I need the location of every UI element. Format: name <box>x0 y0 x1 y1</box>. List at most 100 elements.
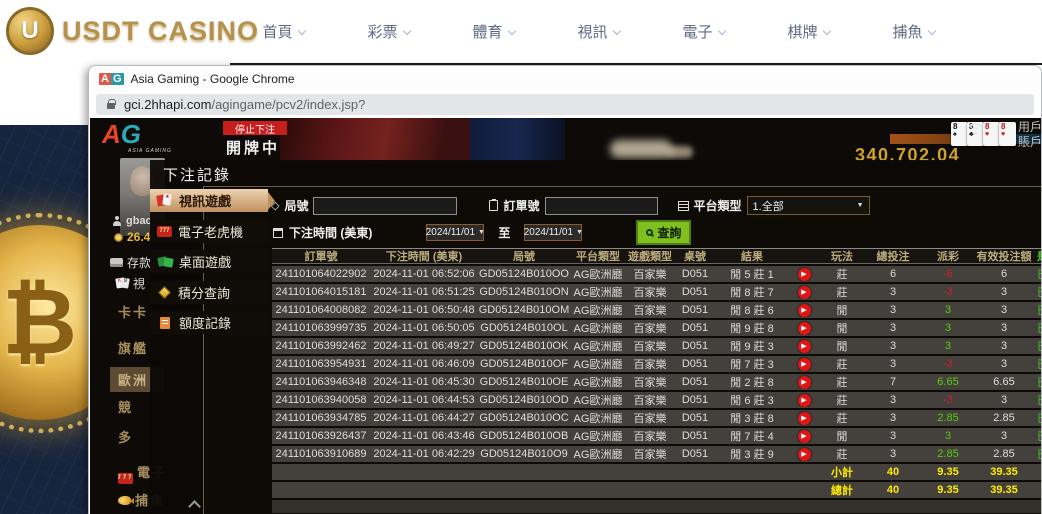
url-bar[interactable]: gci.2hhapi.com/agingame/pcv2/index.jsp? <box>96 94 1034 115</box>
lobby-menu-item[interactable]: 競 <box>118 397 133 416</box>
ag-logo-g: G <box>121 119 141 149</box>
table-row: 2411010639106892024-11-01 06:42:29GD0512… <box>272 446 1042 462</box>
cell-payout: -3 <box>922 394 974 406</box>
select-caret-icon: ▼ <box>857 202 864 209</box>
play-video-button[interactable]: ▶ <box>798 448 811 461</box>
window-titlebar[interactable]: AG Asia Gaming - Google Chrome <box>89 66 1041 91</box>
cell-payout: 3 <box>922 340 974 352</box>
nav-item-label: 彩票 <box>367 24 397 41</box>
cell-order: 241101063999735 <box>272 322 370 334</box>
cell-game: 百家樂 <box>626 338 674 354</box>
col-header-result: 結果 <box>716 248 788 264</box>
panel-menu-item-4[interactable]: 積分查詢 <box>150 281 268 304</box>
cell-play: ▶ <box>788 303 820 317</box>
cell-order: 241101063926437 <box>272 430 370 442</box>
nav-item-5[interactable]: 電子 <box>651 21 756 42</box>
order-input[interactable] <box>545 197 658 215</box>
cell-table: D051 <box>674 448 716 460</box>
play-video-button[interactable]: ▶ <box>798 340 811 353</box>
cell-method: 莊 <box>820 410 864 426</box>
cell-bet: 3 <box>864 394 922 406</box>
play-video-button[interactable]: ▶ <box>798 286 811 299</box>
col-header-round: 局號 <box>478 248 570 264</box>
nav-item-2[interactable]: 彩票 <box>336 21 441 42</box>
cell-status: 已 <box>1034 446 1042 462</box>
lobby-menu-item[interactable]: 多 <box>118 427 133 446</box>
cell-table: D051 <box>674 376 716 388</box>
nav-item-3[interactable]: 體育 <box>441 21 546 42</box>
cell-valid: 39.35 <box>974 484 1034 496</box>
date-from-picker[interactable]: 2024/11/01 ▼ <box>426 224 484 241</box>
cell-order: 241101064008082 <box>272 304 370 316</box>
col-header-game: 遊戲類型 <box>626 248 674 264</box>
panel-menu-item-1[interactable]: ♠視訊遊戲 <box>150 189 268 212</box>
cell-status: 已 <box>1034 356 1042 372</box>
play-video-button[interactable]: ▶ <box>798 394 811 407</box>
table-tail-row <box>272 500 1042 513</box>
cell-method: 閒 <box>820 428 864 444</box>
logo-badge-icon: U <box>6 7 54 55</box>
cell-bet: 3 <box>864 304 922 316</box>
cell-method: 莊 <box>820 266 864 282</box>
table-row: 2411010639997352024-11-01 06:50:05GD0512… <box>272 320 1042 336</box>
panel-menu-item-5[interactable]: 額度記錄 <box>150 311 268 334</box>
cell-order: 241101064022902 <box>272 268 370 280</box>
col-header-payout: 派彩 <box>922 248 974 264</box>
table-row: 2411010640229022024-11-01 06:52:06GD0512… <box>272 266 1042 282</box>
cell-game: 百家樂 <box>626 446 674 462</box>
play-video-button[interactable]: ▶ <box>798 304 811 317</box>
play-video-button[interactable]: ▶ <box>798 430 811 443</box>
cell-round: GD05124B010ON <box>478 286 570 298</box>
cell-game: 百家樂 <box>626 302 674 318</box>
round-input[interactable] <box>313 197 457 215</box>
nav-item-6[interactable]: 棋牌 <box>756 21 861 42</box>
panel-menu-item-2[interactable]: 777 電子老虎機 <box>150 220 268 243</box>
platform-select[interactable]: 1.全部 ▼ <box>747 196 870 215</box>
to-label: 至 <box>490 224 518 241</box>
cell-payout: 2.85 <box>922 448 974 460</box>
cell-payout: 9.35 <box>922 466 974 478</box>
lobby-menu-item[interactable]: 卡卡 <box>118 302 148 321</box>
lobby-menu-label: 旗艦 <box>118 341 148 356</box>
panel-menu-label: 視訊遊戲 <box>179 191 231 210</box>
deposit-button[interactable]: 存款 <box>110 254 151 271</box>
user-name: gbac <box>126 215 152 227</box>
video-highlight-2 <box>665 146 693 158</box>
site-logo[interactable]: U USDT CASINO <box>6 7 259 55</box>
chevron-down-icon <box>927 27 935 35</box>
play-video-button[interactable]: ▶ <box>798 376 811 389</box>
cell-result: 閒 8 莊 7 <box>716 284 788 300</box>
cell-order: 241101063954931 <box>272 358 370 370</box>
nav-item-1[interactable]: 首頁 <box>231 21 336 42</box>
table-row: 2411010639400582024-11-01 06:44:53GD0512… <box>272 392 1042 408</box>
cell-valid: 3 <box>974 286 1034 298</box>
play-video-button[interactable]: ▶ <box>798 358 811 371</box>
cell-platform: AG歐洲廳 <box>570 284 626 300</box>
cell-play: ▶ <box>788 357 820 371</box>
cell-round: GD05124B010OO <box>478 268 570 280</box>
cell-bet: 3 <box>864 430 922 442</box>
favicon-a: A <box>99 73 111 85</box>
cell-method: 莊 <box>820 374 864 390</box>
search-button[interactable]: 查詢 <box>636 220 691 245</box>
lobby-menu-label: 卡卡 <box>118 305 148 320</box>
ag-page: AG ASIA GAMING 停止下注 開牌中 8♠8♣8♥8♥ 340,702… <box>90 118 1042 514</box>
nav-item-7[interactable]: 捕魚 <box>861 21 966 42</box>
cell-game: 百家樂 <box>626 374 674 390</box>
play-video-button[interactable]: ▶ <box>798 412 811 425</box>
date-to-picker[interactable]: 2024/11/01 ▼ <box>524 224 582 241</box>
slot-777-icon: 777 <box>157 226 172 237</box>
col-header-method: 玩法 <box>820 248 864 264</box>
panel-menu-label: 電子老虎機 <box>178 222 243 241</box>
play-video-button[interactable]: ▶ <box>798 268 811 281</box>
cell-order: 241101063940058 <box>272 394 370 406</box>
cell-result: 閒 9 莊 8 <box>716 320 788 336</box>
video-lobby-item[interactable]: 視 <box>116 275 145 292</box>
play-video-button[interactable]: ▶ <box>798 322 811 335</box>
table-row: 2411010640151812024-11-01 06:51:25GD0512… <box>272 284 1042 300</box>
cell-platform: AG歐洲廳 <box>570 374 626 390</box>
right-edge-label: 用戶 <box>1018 120 1042 135</box>
nav-item-4[interactable]: 視訊 <box>546 21 651 42</box>
panel-menu-item-3[interactable]: 桌面遊戲 <box>150 250 268 273</box>
lobby-menu-item[interactable]: 旗艦 <box>118 338 148 357</box>
